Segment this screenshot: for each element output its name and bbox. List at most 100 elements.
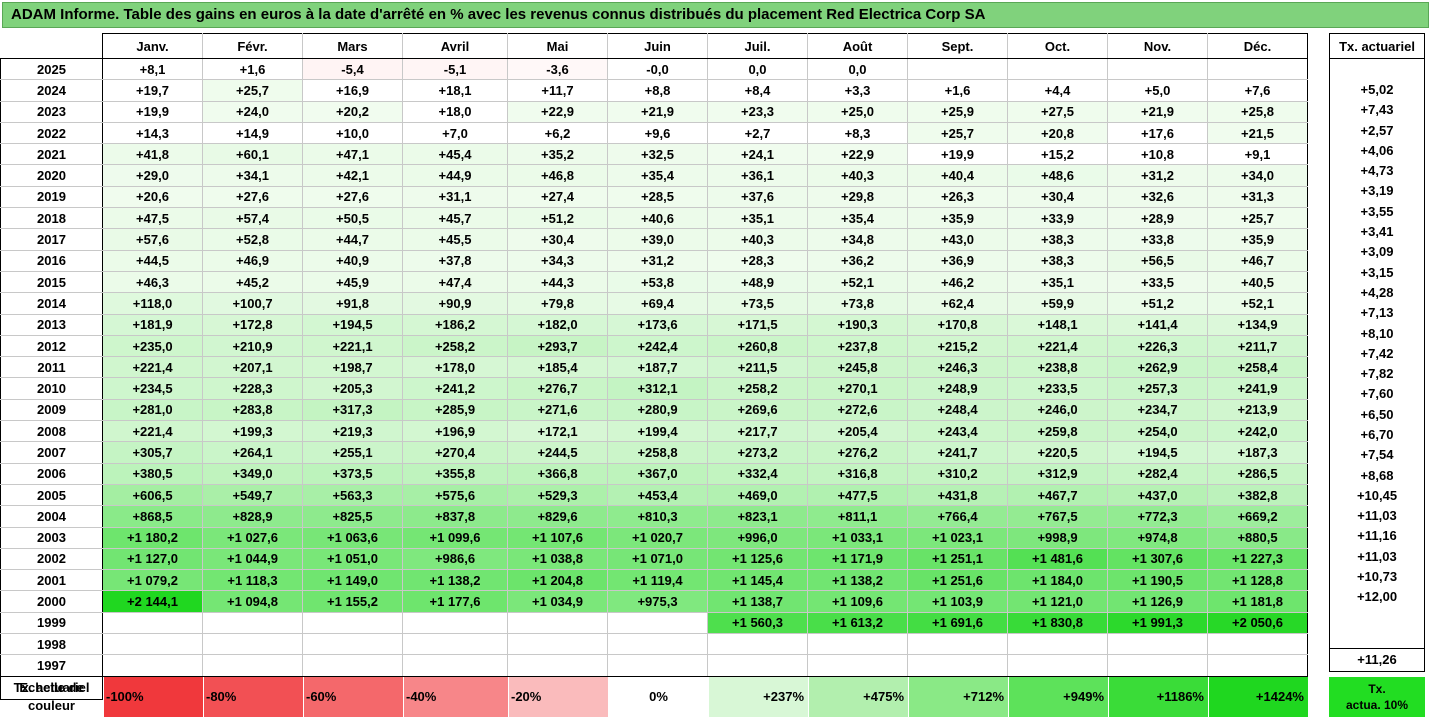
gain-cell: +1 109,6: [807, 590, 908, 613]
gain-cell: +1 099,6: [402, 527, 508, 549]
table-row: 2005 +606,5 +549,7 +563,3 +575,6 +529,3 +453,4…: [0, 484, 1308, 507]
gain-cell: -0,0: [607, 58, 708, 81]
year-label: 2019: [0, 186, 103, 209]
gain-cell: +47,4: [402, 271, 508, 294]
gain-cell: +44,3: [507, 271, 608, 294]
gain-cell: +28,9: [1107, 207, 1208, 230]
month-header: Mai: [507, 33, 608, 59]
gain-cell: +220,5: [1007, 441, 1108, 464]
gain-cell: +187,7: [607, 356, 708, 379]
gain-cell: +52,1: [1207, 292, 1308, 315]
gain-cell: +242,0: [1207, 420, 1308, 443]
gain-cell: +1 560,3: [707, 612, 808, 635]
gain-cell: [302, 612, 403, 635]
gain-cell: +1 107,6: [507, 527, 608, 549]
gain-cell: [507, 633, 608, 656]
gain-cell: +46,7: [1207, 250, 1308, 272]
gain-cell: +772,3: [1107, 505, 1208, 528]
gain-cell: [402, 633, 508, 656]
gain-cell: +44,9: [402, 164, 508, 187]
gain-cell: +29,8: [807, 186, 908, 209]
gain-cell: +766,4: [907, 505, 1008, 528]
gain-cell: +669,2: [1207, 505, 1308, 528]
year-label: 2016: [0, 250, 103, 272]
gain-cell: +33,9: [1007, 207, 1108, 230]
month-header: Nov.: [1107, 33, 1208, 59]
gain-cell: +10,8: [1107, 143, 1208, 166]
table-row: 2011 +221,4 +207,1 +198,7 +178,0 +185,4 +187,7…: [0, 356, 1308, 379]
gain-cell: +18,0: [402, 101, 508, 123]
gain-cell: +172,1: [507, 420, 608, 443]
year-label: 1997: [0, 654, 103, 677]
gain-cell: +178,0: [402, 356, 508, 379]
gain-cell: +30,4: [1007, 186, 1108, 209]
gain-cell: +205,4: [807, 420, 908, 443]
gain-cell: +40,5: [1207, 271, 1308, 294]
gain-cell: +20,2: [302, 101, 403, 123]
year-label: 2022: [0, 122, 103, 145]
gain-cell: [1107, 633, 1208, 656]
gain-cell: +1 481,6: [1007, 548, 1108, 571]
month-header: Août: [807, 33, 908, 59]
gain-cell: +181,9: [102, 314, 203, 336]
gain-cell: +246,3: [907, 356, 1008, 379]
gain-cell: +211,7: [1207, 335, 1308, 358]
table-row: 2021 +41,8 +60,1 +47,1 +45,4 +35,2 +32,5 +24,1 +…: [0, 143, 1308, 166]
gain-cell: +1 126,9: [1107, 590, 1208, 613]
year-tx-cell: +7,54: [1329, 444, 1425, 465]
gain-cell: +1 121,0: [1007, 590, 1108, 613]
gain-cell: +272,6: [807, 399, 908, 422]
gain-cell: +1 991,3: [1107, 612, 1208, 635]
year-tx-cell: +10,45: [1329, 485, 1425, 506]
year-tx-cell: +3,41: [1329, 221, 1425, 242]
gain-cell: +1 190,5: [1107, 569, 1208, 592]
gain-cell: +19,9: [907, 143, 1008, 166]
gain-cell: +52,1: [807, 271, 908, 294]
gain-cell: +1 149,0: [302, 569, 403, 592]
gain-cell: +283,8: [202, 399, 303, 422]
gain-cell: [1207, 633, 1308, 656]
gain-cell: +380,5: [102, 463, 203, 485]
gain-cell: +25,7: [1207, 207, 1308, 230]
gain-cell: +1 103,9: [907, 590, 1008, 613]
gain-cell: +21,9: [1107, 101, 1208, 123]
gain-cell: +199,4: [607, 420, 708, 443]
gain-cell: [1207, 58, 1308, 81]
gain-cell: +529,3: [507, 484, 608, 507]
gain-cell: +73,5: [707, 292, 808, 315]
gain-cell: +182,0: [507, 314, 608, 336]
gain-cell: +310,2: [907, 463, 1008, 485]
gain-cell: +1 094,8: [202, 590, 303, 613]
gain-cell: +32,6: [1107, 186, 1208, 209]
gain-cell: +28,5: [607, 186, 708, 209]
gain-cell: +767,5: [1007, 505, 1108, 528]
color-scale-swatch: -40%: [403, 677, 508, 717]
year-label: 2000: [0, 590, 103, 613]
gain-cell: +1 051,0: [302, 548, 403, 571]
gain-cell: +269,6: [707, 399, 808, 422]
gain-cell: +254,0: [1107, 420, 1208, 443]
year-tx-cell: +8,10: [1329, 322, 1425, 344]
color-scale-swatch: -80%: [203, 677, 303, 717]
gain-cell: +810,3: [607, 505, 708, 528]
gain-cell: +1 691,6: [907, 612, 1008, 635]
gain-cell: +829,6: [507, 505, 608, 528]
gain-cell: +276,7: [507, 377, 608, 400]
gain-cell: +1 128,8: [1207, 569, 1308, 592]
gain-cell: +31,3: [1207, 186, 1308, 209]
gain-cell: +40,3: [807, 164, 908, 187]
gain-cell: +35,1: [707, 207, 808, 230]
year-tx-cell: [1329, 58, 1425, 80]
gain-cell: [507, 654, 608, 677]
gain-cell: +4,4: [1007, 79, 1108, 102]
gain-cell: +18,1: [402, 79, 508, 102]
gain-cell: +237,8: [807, 335, 908, 358]
gain-cell: +2 050,6: [1207, 612, 1308, 635]
gain-cell: +40,6: [607, 207, 708, 230]
year-label: 2011: [0, 356, 103, 379]
color-scale-swatch: +475%: [808, 677, 908, 717]
color-scale-label-line2: couleur: [28, 698, 75, 713]
year-tx-cell: +3,15: [1329, 261, 1425, 283]
gain-cell: +549,7: [202, 484, 303, 507]
gain-cell: +235,0: [102, 335, 203, 358]
